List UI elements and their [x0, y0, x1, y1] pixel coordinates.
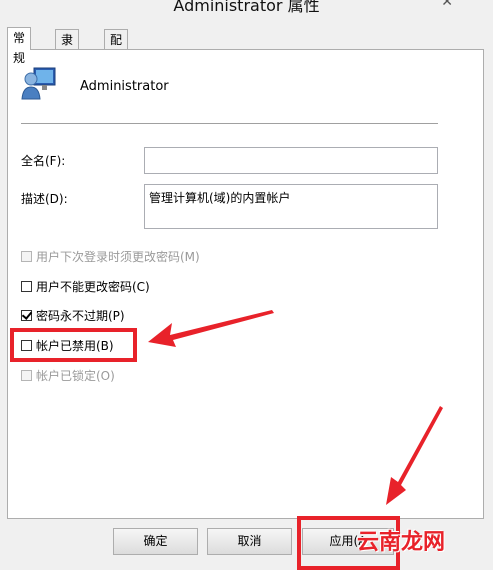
- annotation-arrows: [148, 310, 443, 505]
- tab-general[interactable]: 常规: [7, 27, 32, 65]
- arrow-left-icon: [148, 310, 274, 347]
- arrow-down-icon: [386, 406, 443, 505]
- watermark: 云南龙网: [357, 529, 446, 555]
